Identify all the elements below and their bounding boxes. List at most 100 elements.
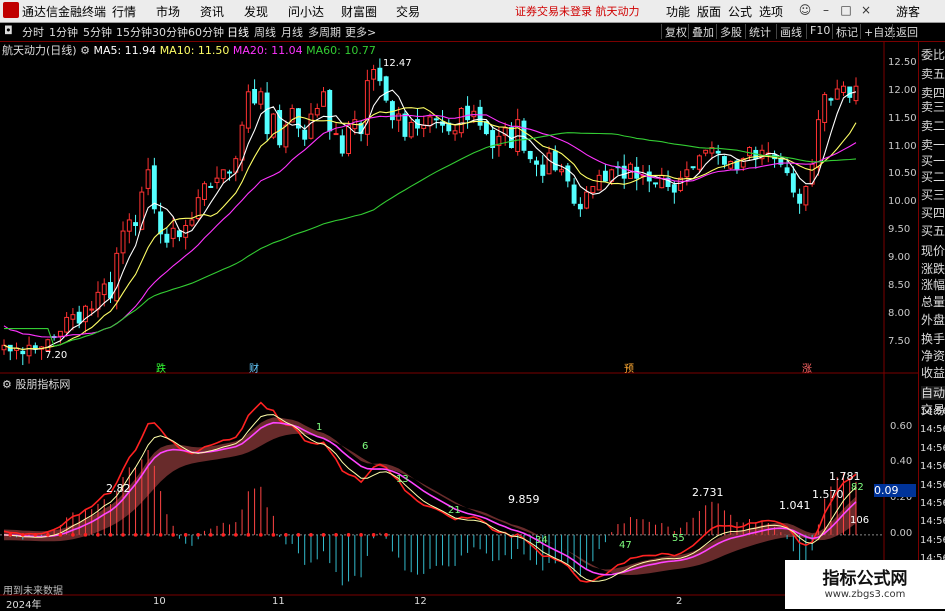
candle-body [151, 165, 157, 210]
candle-body [803, 186, 809, 206]
price-tick-label: 8.50 [888, 279, 911, 291]
time-label: 14:56 [920, 424, 945, 435]
candle-body [483, 121, 489, 135]
signal-dot [20, 533, 25, 537]
candle-body [114, 252, 120, 302]
signal-dot [158, 533, 163, 537]
candle-body [721, 156, 727, 165]
candle-body [258, 91, 264, 105]
signal-dot [384, 533, 388, 537]
candle-body [164, 233, 170, 243]
event-mark[interactable]: 跌 [156, 360, 166, 375]
ma20-line [3, 114, 857, 338]
side-item-buy3[interactable]: 买三 [921, 188, 945, 202]
candle-body [70, 314, 76, 320]
candle-body [346, 124, 352, 154]
fib-label: 13 [396, 474, 409, 485]
price-tick-label: 10.50 [888, 168, 917, 180]
candle-body [208, 185, 214, 188]
indicator-tick-label: 0.40 [890, 456, 913, 468]
side-item-sell5[interactable]: 卖五 [921, 67, 945, 81]
signal-dot [271, 533, 276, 537]
candle-body [26, 344, 32, 357]
side-item-sell1[interactable]: 卖一 [921, 138, 945, 152]
event-mark[interactable]: 涨 [802, 360, 812, 375]
candle-body [327, 90, 333, 132]
side-item-net-assets[interactable]: 净资 [921, 349, 945, 363]
signal-dot [8, 533, 13, 537]
event-mark[interactable]: 预 [624, 360, 634, 375]
fib-label: 34 [535, 535, 548, 546]
side-item-auto[interactable]: 自动 [921, 386, 945, 400]
candle-body [283, 124, 289, 148]
side-item-change-pct[interactable]: 涨幅 [921, 278, 945, 292]
candle-body [202, 183, 207, 200]
indicator-value-label: 1.570 [812, 488, 844, 501]
candle-body [57, 330, 63, 337]
signal-dot [71, 533, 75, 537]
price-tick-label: 11.50 [888, 112, 917, 124]
signal-dot [259, 533, 263, 537]
candle-body [565, 165, 571, 182]
signal-dot [208, 533, 213, 537]
candle-body [183, 225, 189, 238]
fib-label: 47 [619, 540, 632, 551]
fib-label: 106 [850, 515, 870, 526]
side-item-buy4[interactable]: 买四 [921, 206, 945, 220]
side-item-change[interactable]: 涨跌 [921, 262, 945, 276]
side-item-buy1[interactable]: 买一 [921, 154, 945, 168]
signal-dot [171, 533, 175, 537]
candle-body [790, 173, 796, 193]
date-axis-label: 2 [676, 596, 683, 607]
candle-body [590, 186, 596, 194]
candle-body [176, 230, 182, 238]
time-label: 14:56 [920, 406, 945, 417]
signal-dot [221, 533, 226, 537]
signal-dot [58, 533, 63, 537]
signal-dot [183, 533, 188, 537]
signal-dot [133, 533, 138, 537]
candle-body [314, 108, 320, 116]
candle-body [189, 219, 195, 226]
side-item-sell3[interactable]: 卖三 [921, 100, 945, 114]
price-tick-label: 8.00 [888, 307, 911, 319]
signal-dot [33, 533, 38, 537]
date-axis-label: 12 [414, 596, 427, 607]
ma10-line [3, 107, 857, 351]
side-item-weibi[interactable]: 委比 [921, 48, 945, 62]
fib-label: 21 [448, 505, 461, 516]
candle-body [89, 308, 95, 311]
kline-chart[interactable] [0, 0, 945, 609]
candle-body [834, 88, 840, 100]
candle-body [559, 169, 565, 173]
side-item-volume[interactable]: 总量 [921, 295, 945, 309]
indicator-title[interactable]: ⚙ 股朋指标网 [2, 376, 70, 392]
side-item-turnover[interactable]: 换手 [921, 332, 945, 346]
candle-body [321, 91, 326, 107]
candle-body [703, 149, 709, 154]
candle-body [577, 203, 583, 210]
candle-body [521, 120, 527, 151]
indicator-current-value: 0.09 [874, 484, 916, 497]
side-item-buy5[interactable]: 买五 [921, 224, 945, 238]
candle-body [527, 150, 533, 160]
side-item-outer[interactable]: 外盘 [921, 313, 945, 327]
candle-body [458, 108, 464, 134]
side-item-price[interactable]: 现价 [921, 244, 945, 258]
candle-body [797, 193, 803, 204]
side-item-sell2[interactable]: 卖二 [921, 119, 945, 133]
candle-body [822, 94, 828, 123]
signal-dot [146, 533, 150, 537]
indicator-value-label: 9.859 [508, 493, 540, 506]
side-item-earnings[interactable]: 收益 [921, 366, 945, 380]
candle-body [747, 147, 752, 157]
side-item-sell4[interactable]: 卖四 [921, 86, 945, 100]
candle-body [671, 184, 677, 193]
event-mark[interactable]: 财 [249, 360, 259, 375]
candle-body [371, 69, 377, 80]
settings-icon[interactable]: ⚙ [2, 378, 12, 391]
signal-dot [296, 533, 301, 537]
side-item-buy2[interactable]: 买二 [921, 170, 945, 184]
time-label: 14:56 [920, 480, 945, 491]
indicator-value-label: 2.82 [106, 482, 131, 495]
